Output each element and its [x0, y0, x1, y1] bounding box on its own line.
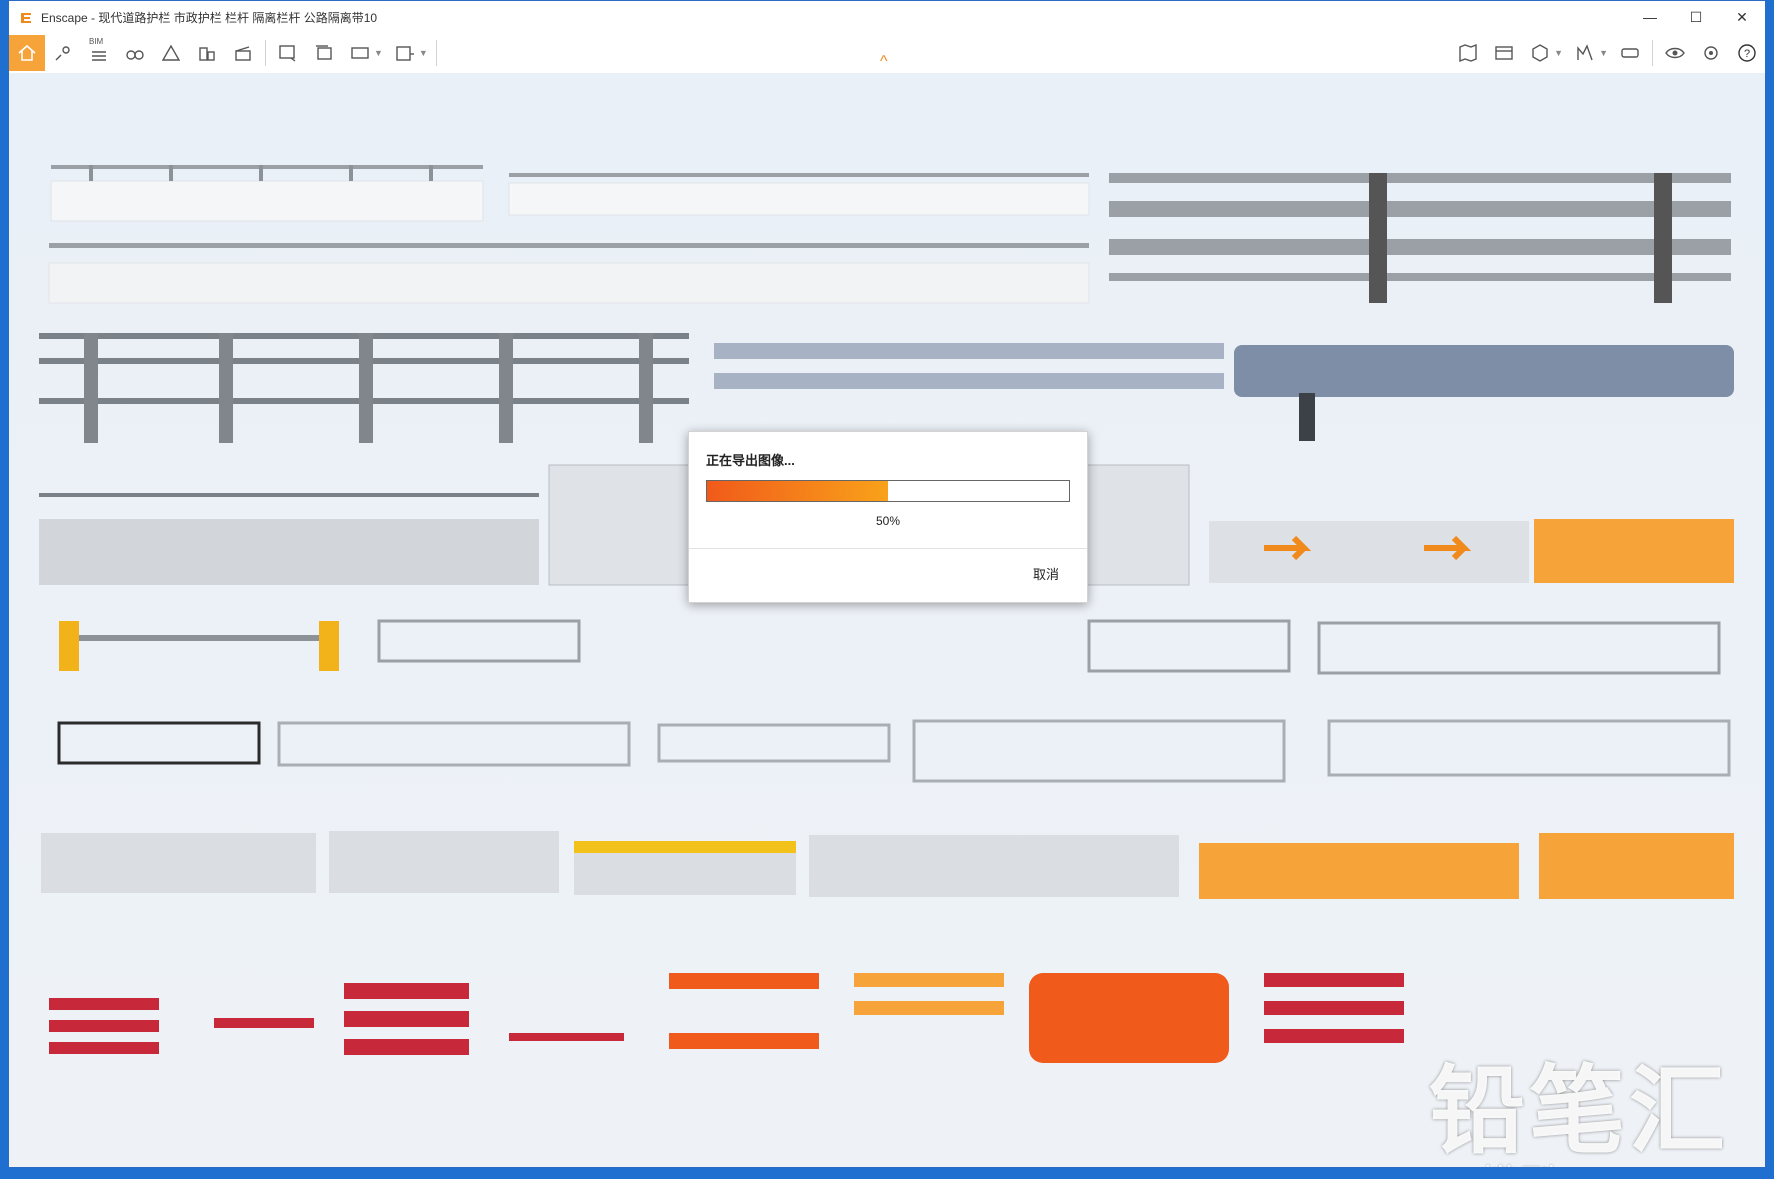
railing-models-scene — [39, 165, 1734, 1063]
railings-row-2 — [39, 333, 1734, 443]
location-pin-icon — [55, 46, 70, 61]
watermark-brand: 铅笔汇 — [1429, 1058, 1729, 1165]
maximize-button[interactable]: ☐ — [1673, 1, 1719, 33]
buildings-button[interactable] — [189, 35, 225, 71]
mountain-icon — [161, 44, 181, 61]
render-viewport[interactable]: 铅笔汇 SU模型ID:347253 — [9, 73, 1765, 1167]
exe-export-icon — [396, 46, 414, 61]
window-title: Enscape - 现代道路护栏 市政护栏 栏杆 隔离栏杆 公路隔离带10 — [41, 10, 378, 25]
collapse-toolbar-icon[interactable]: ^ — [880, 53, 888, 71]
railings-row-1 — [48, 165, 1731, 304]
map-icon — [1459, 43, 1477, 63]
progress-percent: 50% — [875, 514, 901, 528]
dialog-title: 正在导出图像... — [706, 453, 795, 468]
asset-library-button[interactable] — [1522, 35, 1558, 71]
map-button[interactable] — [1450, 35, 1486, 71]
clapperboard-icon — [235, 46, 251, 61]
visual-settings-button[interactable] — [1657, 35, 1693, 71]
fences-row-5 — [57, 719, 1731, 783]
bim-button[interactable]: BIM — [81, 35, 117, 71]
toolbar-separator — [1652, 40, 1653, 66]
binoculars-icon — [126, 50, 144, 60]
enscape-window: Enscape - 现代道路护栏 市政护栏 栏杆 隔离栏杆 公路隔离带10 — … — [8, 0, 1766, 1168]
home-button[interactable] — [9, 35, 45, 71]
material-button[interactable] — [1567, 35, 1603, 71]
batch-export-icon — [316, 45, 332, 60]
close-button[interactable]: ✕ — [1719, 1, 1765, 33]
binoculars-button[interactable] — [117, 35, 153, 71]
bim-label: BIM — [89, 37, 104, 46]
toolbar: BIM ▼ ▼ ^ ▼ ▼ ? — [9, 33, 1765, 74]
vr-headset-icon — [1621, 48, 1639, 58]
cancel-button[interactable]: 取消 — [1033, 564, 1059, 583]
image-export-icon — [279, 45, 296, 62]
settings-button[interactable] — [1693, 35, 1729, 71]
export-progress-dialog: 正在导出图像... 50% 取消 — [688, 431, 1088, 603]
material-icon — [1577, 44, 1593, 61]
home-icon — [18, 44, 36, 61]
exe-export-button[interactable] — [387, 35, 423, 71]
enscape-logo-icon — [17, 8, 35, 26]
vr-button[interactable] — [1612, 35, 1648, 71]
panorama-button[interactable] — [342, 35, 378, 71]
jersey-barriers-row-6 — [41, 831, 1734, 899]
toolbar-separator — [435, 40, 437, 66]
video-editor-button[interactable] — [225, 35, 261, 71]
watermark-model-id: SU模型ID:347253 — [1425, 1153, 1742, 1167]
toolbar-separator — [265, 40, 266, 66]
help-icon: ? — [1738, 44, 1756, 62]
batch-render-button[interactable] — [306, 35, 342, 71]
dialog-divider — [689, 548, 1087, 549]
road-barricades-row-7 — [49, 973, 1404, 1063]
cube-icon — [1532, 44, 1548, 62]
buildings-icon — [199, 47, 215, 61]
fences-row-4 — [59, 619, 1721, 675]
atmosphere-button[interactable] — [153, 35, 189, 71]
svg-text:?: ? — [1744, 48, 1750, 60]
views-button[interactable] — [1486, 35, 1522, 71]
minimize-button[interactable]: — — [1627, 1, 1673, 33]
screenshot-button[interactable] — [270, 35, 306, 71]
gear-icon — [1704, 46, 1718, 60]
progress-fill — [707, 481, 888, 501]
help-button[interactable]: ? — [1729, 35, 1765, 71]
location-button[interactable] — [45, 35, 81, 71]
panorama-360-icon — [351, 47, 369, 59]
title-bar: Enscape - 现代道路护栏 市政护栏 栏杆 隔离栏杆 公路隔离带10 — … — [9, 1, 1765, 33]
export-progress-bar — [706, 480, 1070, 502]
views-icon — [1495, 46, 1513, 60]
eye-icon — [1665, 47, 1685, 59]
